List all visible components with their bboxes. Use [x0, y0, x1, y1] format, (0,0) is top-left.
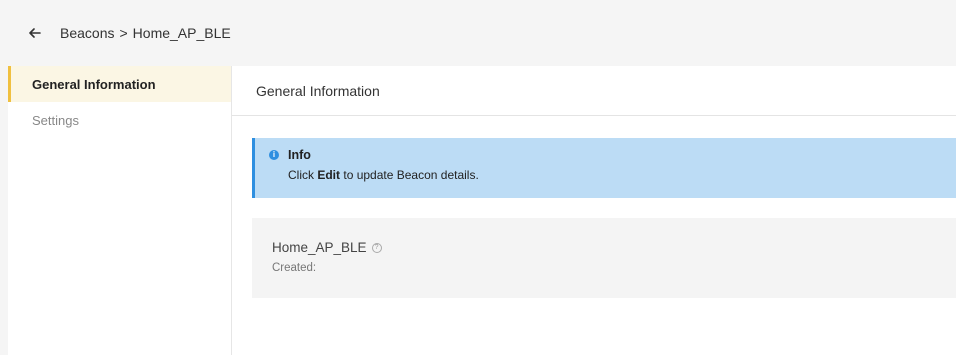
info-text-edit: Edit: [317, 168, 341, 182]
info-banner: i Info Click Edit to update Beacon detai…: [252, 138, 956, 198]
beacon-created-label: Created:: [272, 262, 317, 274]
info-circle-icon: i: [269, 150, 279, 160]
breadcrumb-separator: >: [119, 25, 128, 41]
sidebar-item-label: General Information: [32, 76, 156, 92]
info-banner-text: Click Edit to update Beacon details.: [269, 168, 956, 182]
sidebar: General Information Settings: [8, 66, 232, 355]
arrow-left-icon[interactable]: [26, 24, 44, 42]
breadcrumb-parent-link[interactable]: Beacons: [60, 25, 114, 41]
info-banner-title-row: i Info: [269, 148, 956, 162]
breadcrumb-bar: Beacons > Home_AP_BLE: [0, 0, 956, 66]
info-banner-title: Info: [288, 148, 311, 162]
app-window: Beacons > Home_AP_BLE General Informatio…: [0, 0, 956, 355]
sidebar-item-label: Settings: [32, 112, 79, 128]
sidebar-item-general-information[interactable]: General Information: [8, 66, 231, 102]
section-title: General Information: [232, 66, 956, 116]
beacon-detail-card: Home_AP_BLE ? Created:: [252, 218, 956, 298]
sidebar-item-settings[interactable]: Settings: [8, 102, 231, 138]
info-text-suffix: to update Beacon details.: [343, 168, 479, 182]
beacon-name-row: Home_AP_BLE ?: [272, 240, 956, 255]
breadcrumb-current: Home_AP_BLE: [132, 25, 231, 41]
info-text-prefix: Click: [288, 168, 314, 182]
main-content: General Information i Info Click Edit to…: [232, 66, 956, 355]
beacon-name: Home_AP_BLE: [272, 240, 367, 255]
question-circle-icon[interactable]: ?: [371, 242, 382, 253]
